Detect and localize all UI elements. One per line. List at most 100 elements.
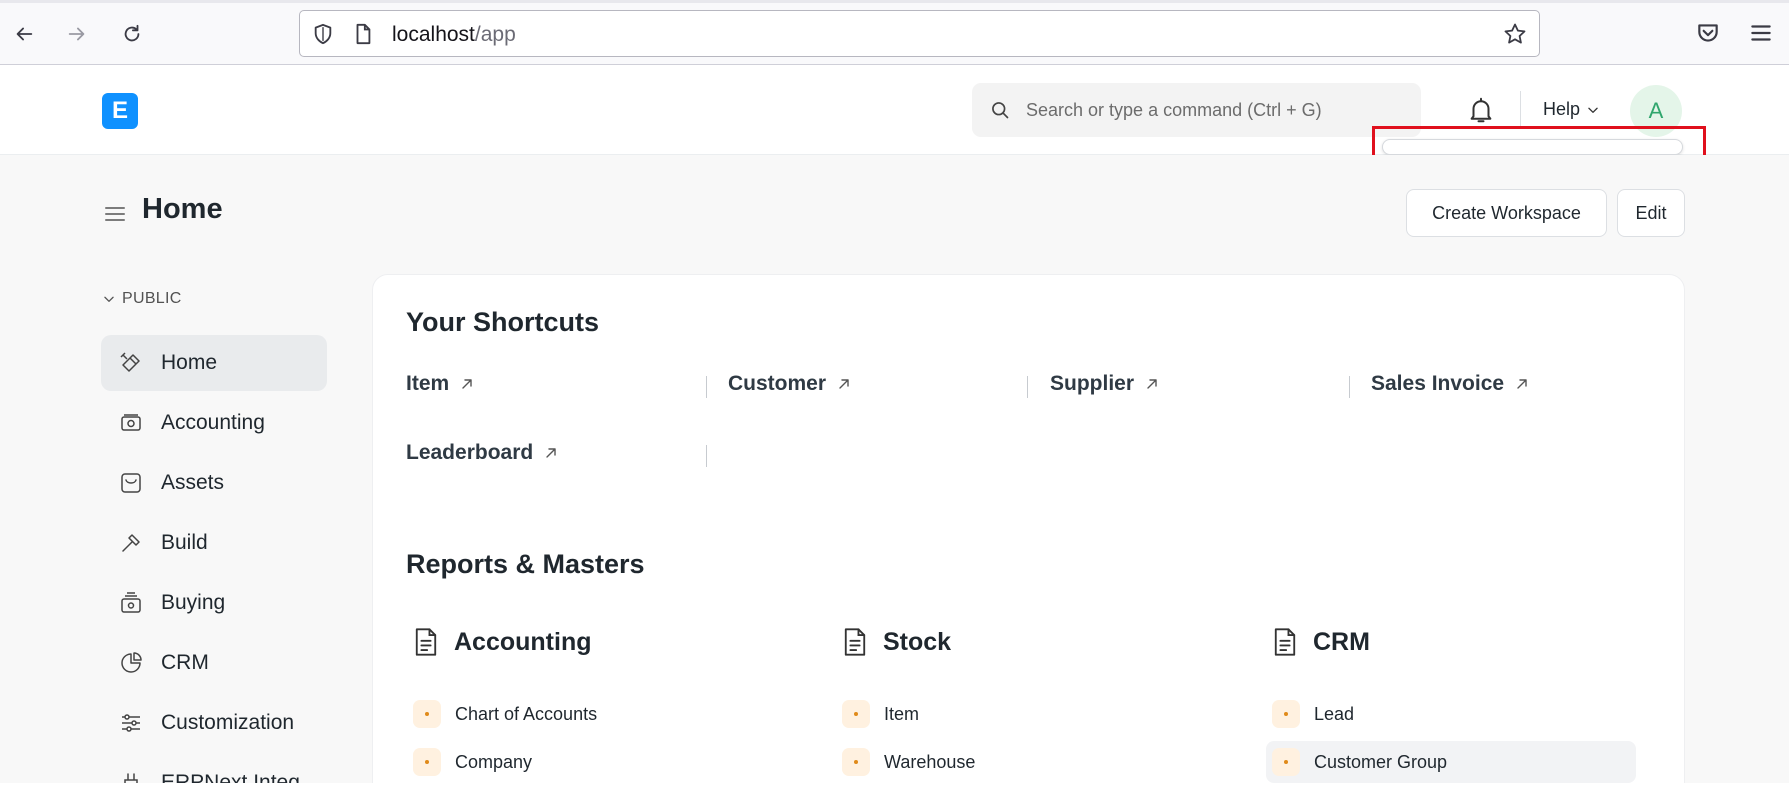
crm-icon bbox=[121, 652, 142, 673]
forward-button[interactable] bbox=[61, 18, 93, 50]
address-bar[interactable]: localhost/app bbox=[299, 10, 1540, 57]
report-link-label: Warehouse bbox=[884, 751, 976, 772]
customization-icon bbox=[122, 714, 140, 732]
edit-button[interactable]: Edit bbox=[1617, 189, 1685, 237]
shortcut-separator bbox=[706, 376, 707, 398]
report-group-accounting: Accounting bbox=[412, 627, 592, 657]
pocket-icon[interactable] bbox=[1695, 20, 1721, 46]
document-icon bbox=[1274, 628, 1296, 656]
shortcut-separator bbox=[1027, 376, 1028, 398]
chevron-down-icon bbox=[104, 296, 114, 302]
report-link[interactable]: Chart of Accounts bbox=[413, 693, 783, 735]
shortcut-item[interactable]: Item bbox=[406, 372, 475, 396]
report-group-title: Stock bbox=[883, 627, 952, 656]
arrow-up-right-icon bbox=[1517, 379, 1527, 389]
report-link[interactable]: Warehouse bbox=[842, 741, 1212, 783]
report-link-label: Company bbox=[455, 751, 533, 772]
shortcut-separator bbox=[706, 445, 707, 467]
page-title: Home bbox=[142, 193, 223, 225]
sidebar-item-label: ERPNext Integ... bbox=[161, 771, 318, 783]
arrow-up-right-icon bbox=[462, 379, 472, 389]
bookmark-star-icon[interactable] bbox=[1503, 22, 1527, 46]
sidebar-item-label: Home bbox=[161, 351, 218, 374]
report-group-title: Accounting bbox=[454, 627, 592, 656]
sidebar-item-label: Build bbox=[161, 531, 208, 554]
url-path: /app bbox=[474, 23, 516, 46]
sidebar-item-label: Customization bbox=[161, 711, 295, 734]
bullet-dot-icon bbox=[413, 748, 441, 776]
navbar-divider bbox=[1520, 91, 1521, 129]
help-dropdown[interactable]: Help bbox=[1543, 99, 1600, 120]
sidebar-section-label: PUBLIC bbox=[122, 290, 182, 307]
shield-icon[interactable] bbox=[312, 23, 334, 45]
report-link[interactable]: Customer Group bbox=[1266, 741, 1636, 783]
sidebar-item-label: Accounting bbox=[161, 411, 265, 434]
reports-title: Reports & Masters bbox=[406, 549, 645, 579]
search-input[interactable] bbox=[1026, 83, 1406, 137]
shortcut-sales-invoice[interactable]: Sales Invoice bbox=[1371, 372, 1530, 396]
arrow-up-right-icon bbox=[839, 379, 849, 389]
report-link-label: Chart of Accounts bbox=[455, 703, 598, 724]
shortcut-separator bbox=[1349, 376, 1350, 398]
tab-strip-edge bbox=[0, 0, 1789, 3]
arrow-left-icon bbox=[16, 27, 33, 41]
report-link-label: Customer Group bbox=[1314, 751, 1448, 772]
shortcut-customer[interactable]: Customer bbox=[728, 372, 852, 396]
shortcuts-title: Your Shortcuts bbox=[406, 307, 600, 337]
integration-icon bbox=[124, 773, 138, 783]
build-icon bbox=[122, 534, 140, 552]
arrow-right-icon bbox=[68, 27, 85, 41]
sidebar-item-home[interactable]: Home bbox=[101, 335, 327, 391]
sidebar-item-assets[interactable]: Assets bbox=[101, 455, 327, 511]
buying-icon bbox=[121, 592, 141, 613]
back-button[interactable] bbox=[8, 18, 40, 50]
arrow-up-right-icon bbox=[1147, 379, 1157, 389]
bullet-dot-icon bbox=[1272, 700, 1300, 728]
sidebar-item-label: Assets bbox=[161, 471, 225, 494]
assets-icon bbox=[121, 473, 141, 493]
document-icon bbox=[844, 628, 866, 656]
tools-icon bbox=[120, 352, 140, 372]
awesomebar[interactable] bbox=[972, 83, 1421, 137]
shortcut-label: Item bbox=[406, 372, 450, 395]
sidebar-item-label: Buying bbox=[161, 591, 226, 614]
sidebar-item-accounting[interactable]: Accounting bbox=[101, 395, 327, 451]
sidebar-item-customization[interactable]: Customization bbox=[101, 695, 327, 751]
sidebar-item-label: CRM bbox=[161, 651, 209, 674]
report-link[interactable]: Lead bbox=[1272, 693, 1642, 735]
app-logo[interactable]: E bbox=[102, 93, 138, 129]
report-group-title: CRM bbox=[1313, 627, 1370, 656]
url-text[interactable]: localhost/app bbox=[392, 23, 516, 47]
bullet-dot-icon bbox=[413, 700, 441, 728]
create-workspace-button[interactable]: Create Workspace bbox=[1406, 189, 1607, 237]
shortcut-supplier[interactable]: Supplier bbox=[1050, 372, 1160, 396]
report-group-crm: CRM bbox=[1271, 627, 1370, 657]
sidebar-item-crm[interactable]: CRM bbox=[101, 635, 327, 691]
browser-toolbar: localhost/app bbox=[0, 0, 1789, 65]
sidebar-item-build[interactable]: Build bbox=[101, 515, 327, 571]
shortcut-label: Customer bbox=[728, 372, 827, 395]
shortcut-leaderboard[interactable]: Leaderboard bbox=[406, 441, 559, 465]
search-icon bbox=[992, 102, 1009, 119]
document-icon bbox=[415, 628, 437, 656]
notification-bell-icon[interactable] bbox=[1466, 95, 1496, 125]
shortcut-label: Sales Invoice bbox=[1371, 372, 1505, 395]
url-host: localhost bbox=[392, 23, 475, 46]
reload-icon bbox=[124, 24, 140, 42]
reload-button[interactable] bbox=[116, 18, 148, 50]
report-link[interactable]: Company bbox=[413, 741, 783, 783]
report-link-label: Item bbox=[884, 703, 920, 724]
hamburger-menu-icon[interactable] bbox=[1748, 20, 1774, 46]
report-link-label: Lead bbox=[1314, 703, 1355, 724]
report-group-stock: Stock bbox=[841, 627, 951, 657]
bullet-dot-icon bbox=[1272, 748, 1300, 776]
sidebar-item-buying[interactable]: Buying bbox=[101, 575, 327, 631]
sidebar-section-public[interactable]: PUBLIC bbox=[102, 290, 182, 308]
report-link[interactable]: Item bbox=[842, 693, 1212, 735]
help-label: Help bbox=[1543, 99, 1581, 119]
sidebar-item-erpnext-integrations[interactable]: ERPNext Integ... bbox=[101, 755, 327, 783]
shortcut-label: Supplier bbox=[1050, 372, 1135, 395]
page-icon bbox=[356, 23, 371, 45]
sidebar-toggle-icon[interactable] bbox=[103, 202, 127, 226]
bullet-dot-icon bbox=[842, 700, 870, 728]
